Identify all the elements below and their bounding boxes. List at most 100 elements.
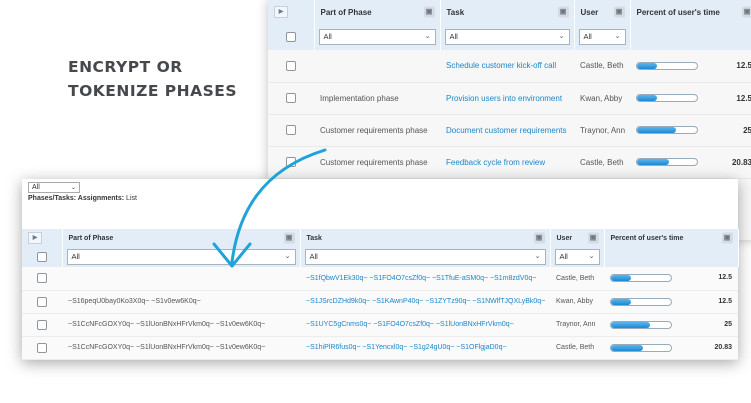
column-header-phase[interactable]: Part of Phase ▣ xyxy=(62,229,301,247)
cell-phase: ~S16peqU0bay0Ko3X0q~ ~S1v0ew6K0q~ xyxy=(62,290,300,314)
cell-percent: 25 xyxy=(630,114,751,147)
cell-phase xyxy=(314,50,440,83)
grid-toolbar: All ⌄ Phases/Tasks: Assignments: List xyxy=(22,179,738,229)
progress-fill xyxy=(637,95,657,102)
table-row[interactable]: Customer requirements phase Document cust… xyxy=(268,114,751,147)
phase-filter-select[interactable]: All ⌄ xyxy=(66,249,296,265)
lock-icon[interactable]: ▣ xyxy=(533,232,545,244)
cell-percent: 20.83 xyxy=(604,336,738,360)
percent-value: 20.83 xyxy=(714,343,732,351)
table-row[interactable]: ~S1CcNFcGOXY0q~ ~S1lUonBNxHFrVkm0q~ ~S1v… xyxy=(22,313,738,337)
lock-icon[interactable]: ▣ xyxy=(423,6,435,18)
column-header-percent[interactable]: Percent of user's time ▣ xyxy=(630,0,751,24)
chevron-down-icon: ⌄ xyxy=(424,33,431,40)
table-row[interactable]: ~S16peqU0bay0Ko3X0q~ ~S1v0ew6K0q~ ~S1JSrc… xyxy=(22,290,738,314)
percent-value: 12.5 xyxy=(718,274,732,282)
row-checkbox[interactable] xyxy=(37,273,47,284)
column-header-percent[interactable]: Percent of user's time ▣ xyxy=(604,229,739,247)
cell-percent: 20.83 xyxy=(630,146,751,179)
breadcrumb-current[interactable]: List xyxy=(126,195,137,202)
percent-value: 25 xyxy=(743,125,751,135)
row-checkbox[interactable] xyxy=(286,157,296,167)
chevron-down-icon: ⌄ xyxy=(284,253,291,260)
lock-icon[interactable]: ▣ xyxy=(557,6,569,18)
table-row[interactable]: Customer requirements phase Feedback cycl… xyxy=(268,146,751,179)
percent-value: 25 xyxy=(724,320,732,328)
cell-task-link[interactable]: Document customer requirements xyxy=(440,114,574,147)
cell-user: Kwan, Abby xyxy=(550,290,604,314)
lock-icon[interactable]: ▣ xyxy=(721,232,733,244)
percent-value: 12.5 xyxy=(736,93,751,103)
select-all-checkbox[interactable] xyxy=(285,32,296,42)
cell-user: Castle, Beth xyxy=(574,146,630,179)
original-grid: ▶ Part of Phase ▣ Task ▣ User ▣ Percent of … xyxy=(268,0,751,179)
lock-icon[interactable]: ▣ xyxy=(283,232,295,244)
table-row[interactable]: ~S1CcNFcGOXY0q~ ~S1lUonBNxHFrVkm0q~ ~S1v… xyxy=(22,336,738,360)
cell-task-link[interactable]: ~S1UYC5gCnms0q~ ~S1FO4O7csZf0q~ ~S1lUonB… xyxy=(300,313,550,337)
progress-fill xyxy=(637,63,657,70)
headline-line-1: ENCRYPT OR xyxy=(68,58,183,76)
chevron-down-icon: ⌄ xyxy=(614,33,621,40)
row-checkbox[interactable] xyxy=(286,93,296,103)
column-header-task[interactable]: Task ▣ xyxy=(440,0,575,24)
table-row[interactable]: ~S1fQbwV1Ek30q~ ~S1FO4O7csZf0q~ ~S1TfuE-… xyxy=(22,267,738,291)
table-row[interactable]: Implementation phase Provision users into… xyxy=(268,82,751,115)
lock-icon[interactable]: ▣ xyxy=(613,6,625,18)
column-header-task[interactable]: Task ▣ xyxy=(300,229,551,247)
cell-percent: 25 xyxy=(604,313,738,337)
cell-task-link[interactable]: ~S1JSrcDZHd9k0q~ ~S1KAwnP40q~ ~S1ZYTz90q… xyxy=(300,290,550,314)
user-filter-select[interactable]: All ⌄ xyxy=(578,29,626,45)
table-row[interactable]: Schedule customer kick-off call Castle, B… xyxy=(268,50,751,83)
phase-filter-select[interactable]: All ⌄ xyxy=(318,29,436,45)
row-checkbox[interactable] xyxy=(286,125,296,135)
progress-bar xyxy=(610,297,672,306)
expand-icon[interactable]: ▶ xyxy=(28,232,42,244)
view-select[interactable]: All ⌄ xyxy=(28,182,80,193)
cell-task-link[interactable]: Feedback cycle from review xyxy=(440,146,574,179)
row-checkbox[interactable] xyxy=(37,342,47,353)
column-header-user[interactable]: User ▣ xyxy=(550,229,605,247)
cell-user: Castle, Beth xyxy=(550,336,604,360)
cell-user: Castle, Beth xyxy=(574,50,630,83)
column-header-phase[interactable]: Part of Phase ▣ xyxy=(314,0,441,24)
select-all-checkbox[interactable] xyxy=(36,252,47,262)
progress-fill xyxy=(611,298,631,305)
chevron-down-icon: ⌄ xyxy=(534,253,541,260)
breadcrumb: Phases/Tasks: Assignments: List xyxy=(28,195,137,202)
cell-phase: ~S1CcNFcGOXY0q~ ~S1lUonBNxHFrVkm0q~ ~S1v… xyxy=(62,336,300,360)
percent-value: 12.5 xyxy=(718,297,732,305)
task-filter-select[interactable]: All ⌄ xyxy=(444,29,570,45)
expand-column-header: ▶ xyxy=(268,0,315,24)
row-checkbox[interactable] xyxy=(37,319,47,330)
chevron-down-icon: ⌄ xyxy=(588,253,595,260)
column-header-user[interactable]: User ▣ xyxy=(574,0,631,24)
chevron-down-icon: ⌄ xyxy=(558,33,565,40)
expand-icon[interactable]: ▶ xyxy=(274,6,288,18)
lock-icon[interactable]: ▣ xyxy=(587,232,599,244)
cell-phase xyxy=(62,267,300,291)
original-header-row: ▶ Part of Phase ▣ Task ▣ User ▣ Percent of … xyxy=(268,0,751,24)
cell-percent: 12.5 xyxy=(630,50,751,83)
progress-bar xyxy=(636,158,698,167)
cell-percent: 12.5 xyxy=(604,267,738,291)
cell-task-link[interactable]: Schedule customer kick-off call xyxy=(440,50,574,83)
cell-user: Traynor, Ann xyxy=(550,313,604,337)
encrypted-filter-row: All ⌄ All ⌄ All ⌄ xyxy=(22,247,739,267)
cell-task-link[interactable]: ~S1hiPlR6fus0q~ ~S1Yencxl0q~ ~S1g24gU0q~… xyxy=(300,336,550,360)
cell-task-link[interactable]: Provision users into environment xyxy=(440,82,574,115)
cell-phase: Customer requirements phase xyxy=(314,114,440,147)
percent-value: 20.83 xyxy=(731,157,751,167)
row-checkbox[interactable] xyxy=(286,60,296,71)
cell-phase: Customer requirements phase xyxy=(314,146,440,179)
chevron-down-icon: ⌄ xyxy=(70,185,76,191)
user-filter-select[interactable]: All ⌄ xyxy=(554,249,600,265)
cell-percent: 12.5 xyxy=(630,82,751,115)
encrypted-grid-panel: All ⌄ Phases/Tasks: Assignments: List ▶ P… xyxy=(22,179,739,360)
encrypted-header-row: ▶ Part of Phase ▣ Task ▣ User ▣ Percent of … xyxy=(22,229,739,247)
cell-task-link[interactable]: ~S1fQbwV1Ek30q~ ~S1FO4O7csZf0q~ ~S1TfuE-… xyxy=(300,267,550,291)
cell-phase: ~S1CcNFcGOXY0q~ ~S1lUonBNxHFrVkm0q~ ~S1v… xyxy=(62,313,300,337)
task-filter-select[interactable]: All ⌄ xyxy=(304,249,546,265)
row-checkbox[interactable] xyxy=(37,296,47,307)
lock-icon[interactable]: ▣ xyxy=(741,6,751,18)
progress-fill xyxy=(637,159,670,166)
